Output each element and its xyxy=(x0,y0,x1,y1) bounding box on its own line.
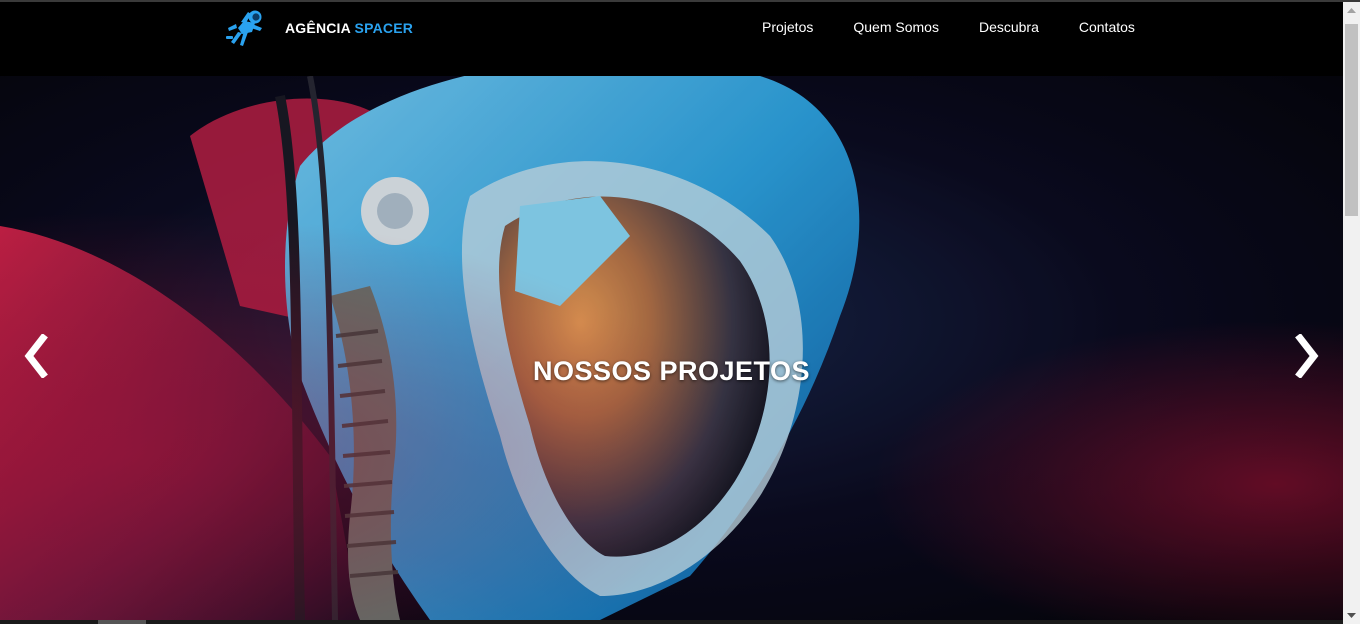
vertical-scrollbar-thumb[interactable] xyxy=(1345,24,1358,216)
page: AGÊNCIA SPACER Projetos Quem Somos Descu… xyxy=(0,0,1360,624)
scroll-up-arrow-icon[interactable] xyxy=(1343,2,1360,19)
nav-link-projetos[interactable]: Projetos xyxy=(762,19,813,35)
nav-link-contatos[interactable]: Contatos xyxy=(1079,19,1135,35)
brand-link[interactable]: AGÊNCIA SPACER xyxy=(222,8,413,48)
brand-name-part1: AGÊNCIA xyxy=(285,20,351,36)
astronaut-icon xyxy=(226,10,262,46)
carousel-prev-button[interactable] xyxy=(19,333,53,379)
navbar: AGÊNCIA SPACER Projetos Quem Somos Descu… xyxy=(0,2,1343,76)
nav-link-descubra[interactable]: Descubra xyxy=(979,19,1039,35)
scroll-down-arrow-icon[interactable] xyxy=(1343,607,1360,624)
chevron-left-icon xyxy=(24,333,48,379)
vertical-scrollbar[interactable] xyxy=(1343,2,1360,624)
brand-name-part2: SPACER xyxy=(354,20,414,36)
horizontal-scrollbar-thumb[interactable] xyxy=(98,620,146,624)
carousel-next-button[interactable] xyxy=(1290,333,1324,379)
hero-title: NOSSOS PROJETOS xyxy=(532,356,811,387)
horizontal-scrollbar-track[interactable] xyxy=(0,620,1343,624)
hero-background-image xyxy=(0,76,1343,620)
main-nav: Projetos Quem Somos Descubra Contatos xyxy=(762,19,1135,35)
hero-carousel: NOSSOS PROJETOS xyxy=(0,76,1343,620)
chevron-right-icon xyxy=(1295,333,1319,379)
nav-link-quem-somos[interactable]: Quem Somos xyxy=(853,19,939,35)
brand-name: AGÊNCIA SPACER xyxy=(285,20,413,36)
